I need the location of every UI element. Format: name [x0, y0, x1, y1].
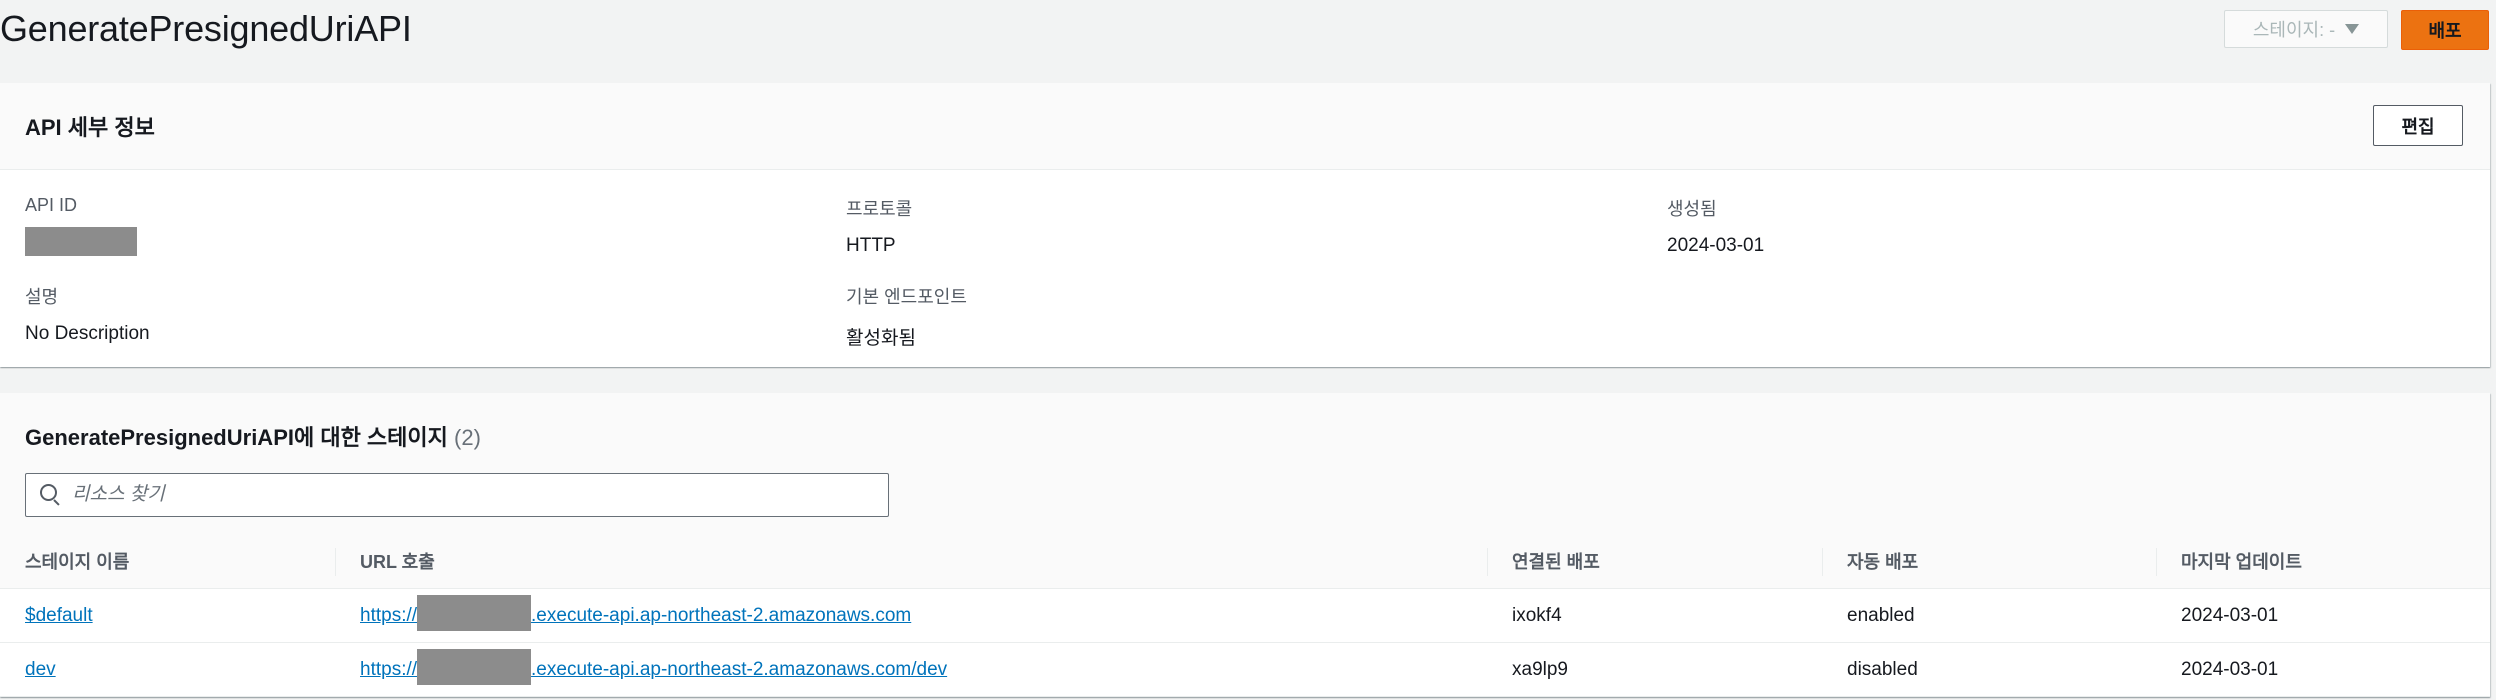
deploy-button[interactable]: 배포: [2401, 10, 2489, 50]
table-row: $default https:// .execute-api.ap-northea…: [0, 589, 2490, 643]
search-input[interactable]: [70, 483, 888, 507]
deployment-cell: ixokf4: [1512, 605, 1562, 626]
default-endpoint-label: 기본 엔드포인트: [846, 287, 967, 307]
url-prefix: https://: [360, 605, 418, 626]
api-details-panel: API 세부 정보 편집 API ID 프로토콜 HTTP 생성됨 2024-0…: [0, 83, 2490, 367]
last-updated-cell: 2024-03-01: [2181, 659, 2279, 680]
stage-selector[interactable]: 스테이지: -: [2224, 10, 2388, 48]
column-header-auto-deploy[interactable]: 자동 배포: [1822, 536, 1918, 588]
invoke-url-cell: https:// .execute-api.ap-northeast-2.amaz…: [335, 589, 911, 642]
stages-panel: GeneratePresignedUriAPI에 대한 스테이지 (2) 스테이…: [0, 393, 2490, 697]
default-endpoint-value: 활성화됨: [846, 328, 916, 349]
table-row: dev https:// .execute-api.ap-northeast-2.…: [0, 643, 2490, 697]
api-details-heading: API 세부 정보: [25, 115, 155, 140]
last-updated-cell: 2024-03-01: [2181, 605, 2279, 626]
auto-deploy-cell: disabled: [1847, 659, 1918, 680]
caret-down-icon: [2345, 24, 2360, 34]
stage-name-cell: $default: [0, 589, 93, 642]
deployment-cell: xa9lp9: [1512, 659, 1568, 680]
stages-header: GeneratePresignedUriAPI에 대한 스테이지 (2): [0, 393, 2490, 537]
api-details-header: API 세부 정보 편집: [0, 83, 2490, 170]
api-id-field: API ID: [25, 195, 137, 256]
url-redaction: [417, 594, 532, 631]
stages-heading: GeneratePresignedUriAPI에 대한 스테이지 (2): [25, 420, 481, 452]
stages-heading-text: GeneratePresignedUriAPI에 대한 스테이지: [25, 425, 448, 450]
stage-selector-label: 스테이지: -: [2252, 20, 2336, 40]
protocol-label: 프로토콜: [846, 199, 913, 219]
api-id-value: [25, 227, 137, 256]
default-endpoint-field: 기본 엔드포인트 활성화됨: [846, 283, 967, 350]
search-icon: [26, 473, 70, 517]
invoke-url-link[interactable]: https:// .execute-api.ap-northeast-2.amaz…: [360, 648, 948, 685]
resource-search[interactable]: [25, 473, 889, 517]
api-id-label: API ID: [25, 195, 78, 215]
created-label: 생성됨: [1667, 199, 1717, 219]
description-label: 설명: [25, 287, 59, 307]
column-header-stage-name[interactable]: 스테이지 이름: [0, 536, 129, 588]
description-field: 설명 No Description: [25, 283, 150, 345]
invoke-url-cell: https:// .execute-api.ap-northeast-2.amaz…: [335, 643, 947, 696]
stage-link[interactable]: dev: [25, 659, 56, 680]
created-field: 생성됨 2024-03-01: [1667, 195, 1764, 257]
stage-name-cell: dev: [0, 643, 56, 696]
url-suffix: .execute-api.ap-northeast-2.amazonaws.co…: [531, 659, 948, 680]
protocol-value: HTTP: [846, 235, 896, 256]
protocol-field: 프로토콜 HTTP: [846, 195, 912, 257]
api-id-redaction: [25, 227, 137, 256]
url-redaction: [417, 648, 532, 685]
column-header-deployment[interactable]: 연결된 배포: [1487, 536, 1600, 588]
column-header-invoke-url[interactable]: URL 호출: [335, 536, 435, 588]
stages-table: 스테이지 이름 URL 호출 연결된 배포 자동 배포 마지막 업데이트 $de…: [0, 536, 2490, 697]
created-value: 2024-03-01: [1667, 235, 1765, 256]
page-title: GeneratePresignedUriAPI: [0, 8, 412, 49]
url-suffix: .execute-api.ap-northeast-2.amazonaws.co…: [531, 605, 912, 626]
stages-count: (2): [454, 425, 481, 450]
stage-link[interactable]: $default: [25, 605, 93, 626]
column-header-last-updated[interactable]: 마지막 업데이트: [2156, 536, 2302, 588]
edit-button[interactable]: 편집: [2373, 105, 2463, 146]
invoke-url-link[interactable]: https:// .execute-api.ap-northeast-2.amaz…: [360, 594, 912, 631]
stages-table-header: 스테이지 이름 URL 호출 연결된 배포 자동 배포 마지막 업데이트: [0, 536, 2490, 589]
url-prefix: https://: [360, 659, 418, 680]
auto-deploy-cell: enabled: [1847, 605, 1915, 626]
description-value: No Description: [25, 323, 150, 344]
